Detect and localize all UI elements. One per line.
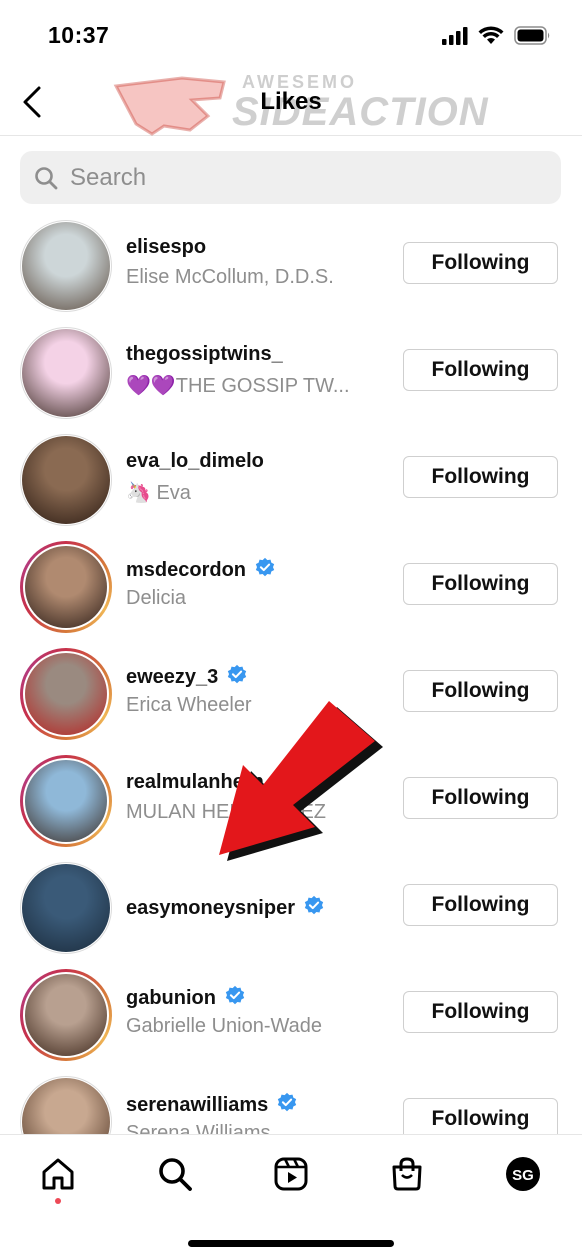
avatar-image [22, 329, 110, 417]
tab-profile[interactable]: SG [498, 1151, 548, 1197]
list-item[interactable]: eweezy_3 Erica Wheeler Following [0, 637, 582, 744]
username[interactable]: serenawilliams [126, 1094, 268, 1117]
list-item[interactable]: msdecordon Delicia Following [0, 530, 582, 637]
avatar-image [22, 222, 110, 310]
avatar-image [22, 864, 110, 952]
username[interactable]: elisespo [126, 236, 206, 259]
verified-badge-icon [303, 895, 325, 922]
full-name: Gabrielle Union-Wade [126, 1015, 323, 1037]
home-indicator [188, 1240, 394, 1247]
following-button[interactable]: Following [403, 991, 558, 1033]
avatar[interactable] [20, 434, 112, 526]
verified-badge-icon [254, 557, 276, 584]
story-ring-avatar[interactable] [20, 969, 112, 1061]
list-item[interactable]: elisespo Elise McCollum, D.D.S. Followin… [0, 209, 582, 316]
status-bar: 10:37 [0, 0, 582, 70]
avatar-image [25, 974, 107, 1056]
verified-badge-icon [276, 1092, 298, 1119]
profile-avatar-icon: SG [506, 1157, 540, 1191]
status-time: 10:37 [48, 22, 110, 48]
following-button[interactable]: Following [403, 777, 558, 819]
list-item[interactable]: easymoneysniper Following [0, 851, 582, 958]
avatar[interactable] [20, 862, 112, 954]
search-icon [35, 166, 58, 189]
full-name: Elise McCollum, D.D.S. [126, 266, 334, 288]
following-button[interactable]: Following [403, 1098, 558, 1134]
avatar[interactable] [20, 1076, 112, 1134]
verified-badge-icon [224, 985, 246, 1012]
following-button[interactable]: Following [403, 242, 558, 284]
shopping-bag-icon [392, 1157, 422, 1191]
profile-initials: SG [512, 1167, 534, 1184]
full-name: Serena Williams [126, 1122, 271, 1134]
likes-list[interactable]: elisespo Elise McCollum, D.D.S. Followin… [0, 209, 582, 1134]
avatar-image [22, 436, 110, 524]
status-icons [442, 26, 552, 50]
list-item[interactable]: realmulanhern MULAN HERNANDEZ Following [0, 744, 582, 851]
username[interactable]: eva_lo_dimelo [126, 450, 264, 473]
username[interactable]: realmulanhern [126, 771, 264, 794]
username[interactable]: thegossiptwins_ [126, 343, 283, 366]
story-ring-avatar[interactable] [20, 648, 112, 740]
avatar-image [25, 546, 107, 628]
search-icon [159, 1158, 192, 1191]
wifi-icon [478, 26, 504, 50]
verified-badge-icon [226, 664, 248, 691]
list-item[interactable]: eva_lo_dimelo 🦄 Eva Following [0, 423, 582, 530]
full-name: 🦄 Eva [126, 482, 191, 504]
notification-dot [55, 1198, 61, 1204]
story-ring-avatar[interactable] [20, 755, 112, 847]
username[interactable]: gabunion [126, 987, 216, 1010]
following-button[interactable]: Following [403, 349, 558, 391]
list-item[interactable]: thegossiptwins_ 💜💜THE GOSSIP TW... Follo… [0, 316, 582, 423]
navigation-header: Likes [0, 70, 582, 136]
avatar-image [25, 760, 107, 842]
list-item[interactable]: gabunion Gabrielle Union-Wade Following [0, 958, 582, 1065]
reels-icon [274, 1157, 308, 1191]
following-button[interactable]: Following [403, 456, 558, 498]
tab-home[interactable] [33, 1151, 83, 1197]
page-title: Likes [260, 88, 322, 115]
cellular-signal-icon [442, 26, 468, 50]
full-name: 💜💜THE GOSSIP TW... [126, 375, 350, 397]
username[interactable]: eweezy_3 [126, 666, 218, 689]
username[interactable]: easymoneysniper [126, 897, 295, 920]
full-name: Delicia [126, 587, 187, 609]
following-button[interactable]: Following [403, 670, 558, 712]
tab-reels[interactable] [266, 1151, 316, 1197]
tab-shop[interactable] [382, 1151, 432, 1197]
search-input[interactable]: Search [20, 151, 561, 204]
avatar[interactable] [20, 327, 112, 419]
full-name: Erica Wheeler [126, 694, 252, 716]
following-button[interactable]: Following [403, 884, 558, 926]
avatar-image [22, 1078, 110, 1134]
full-name: MULAN HERNANDEZ [126, 801, 327, 823]
battery-icon [514, 26, 552, 50]
tab-search[interactable] [150, 1151, 200, 1197]
list-item[interactable]: serenawilliams Serena Williams Following [0, 1065, 582, 1134]
avatar-image [25, 653, 107, 735]
avatar[interactable] [20, 220, 112, 312]
following-button[interactable]: Following [403, 563, 558, 605]
search-placeholder: Search [70, 163, 147, 191]
story-ring-avatar[interactable] [20, 541, 112, 633]
home-icon [42, 1158, 74, 1190]
username[interactable]: msdecordon [126, 559, 246, 582]
